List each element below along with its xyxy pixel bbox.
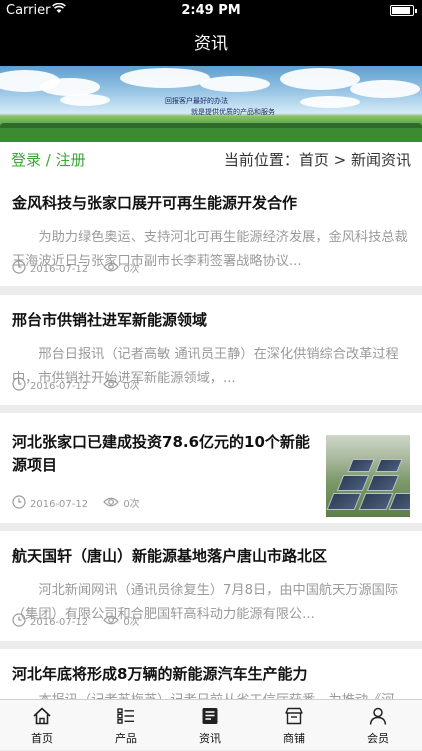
- banner-image: 回报客户最好的办法 就是提供优质的产品和服务: [0, 66, 422, 142]
- news-item[interactable]: 邢台市供销社进军新能源领域 邢台日报讯（记者高敏 通讯员王静）在深化供销综合改革…: [0, 295, 422, 405]
- eye-icon: [103, 614, 120, 632]
- location-bar: 登录 / 注册 当前位置：首页 > 新闻资讯: [0, 142, 422, 179]
- news-date: 2016-07-12: [30, 617, 89, 628]
- eye-icon: [103, 378, 120, 396]
- clock-icon: [12, 495, 26, 515]
- news-views: 0次: [123, 264, 140, 275]
- clock-icon: [12, 260, 26, 280]
- news-views: 0次: [123, 499, 140, 510]
- tab-label: 商铺: [283, 732, 305, 745]
- register-link[interactable]: 注册: [56, 151, 86, 169]
- news-date: 2016-07-12: [30, 264, 89, 275]
- nav-bar: 资讯: [0, 22, 422, 66]
- clock-icon: [12, 377, 26, 397]
- tab-home[interactable]: 首页: [0, 700, 84, 751]
- banner-slogan-line1: 回报客户最好的办法: [165, 97, 228, 105]
- tab-store[interactable]: 商铺: [252, 700, 336, 751]
- news-item[interactable]: 金风科技与张家口展开可再生能源开发合作 为助力绿色奥运、支持河北可再生能源经济发…: [0, 178, 422, 286]
- auth-separator: /: [41, 151, 56, 169]
- tab-member[interactable]: 会员: [336, 700, 420, 751]
- battery-icon: [390, 5, 417, 16]
- store-icon: [284, 706, 304, 726]
- eye-icon: [103, 496, 120, 514]
- tab-products[interactable]: 产品: [84, 700, 168, 751]
- list-icon: [116, 706, 136, 726]
- home-icon: [32, 706, 52, 726]
- page-title: 资讯: [194, 34, 228, 54]
- news-title[interactable]: 航天国轩（唐山）新能源基地落户唐山市路北区: [12, 545, 410, 568]
- tab-label: 产品: [115, 732, 137, 745]
- banner-slogan: 回报客户最好的办法 就是提供优质的产品和服务: [165, 96, 275, 118]
- tab-label: 会员: [367, 732, 389, 745]
- news-title[interactable]: 邢台市供销社进军新能源领域: [12, 309, 410, 332]
- news-date: 2016-07-12: [30, 381, 89, 392]
- auth-links: 登录 / 注册: [11, 142, 86, 178]
- clock-icon: [12, 613, 26, 633]
- news-icon: [200, 706, 220, 726]
- news-item[interactable]: 河北张家口已建成投资78.6亿元的10个新能源项目 2016-07-12 0次: [0, 413, 422, 523]
- banner-slogan-line2: 就是提供优质的产品和服务: [191, 108, 275, 116]
- tab-bar: 首页 产品 资讯 商铺 会员: [0, 699, 422, 750]
- eye-icon: [103, 261, 120, 279]
- status-bar: Carrier 2:49 PM: [0, 0, 422, 22]
- tab-news[interactable]: 资讯: [168, 700, 252, 751]
- news-item[interactable]: 航天国轩（唐山）新能源基地落户唐山市路北区 河北新闻网讯（通讯员徐复生）7月8日…: [0, 531, 422, 641]
- news-thumbnail[interactable]: [326, 435, 410, 517]
- news-meta: 2016-07-12 0次: [12, 377, 140, 397]
- news-date: 2016-07-12: [30, 499, 89, 510]
- news-meta: 2016-07-12 0次: [12, 613, 140, 633]
- breadcrumb: 当前位置：首页 > 新闻资讯: [223, 151, 411, 169]
- user-icon: [368, 706, 388, 726]
- news-views: 0次: [123, 381, 140, 392]
- news-meta: 2016-07-12 0次: [12, 495, 140, 515]
- news-title[interactable]: 河北张家口已建成投资78.6亿元的10个新能源项目: [12, 431, 312, 477]
- news-meta: 2016-07-12 0次: [12, 260, 140, 280]
- news-title[interactable]: 金风科技与张家口展开可再生能源开发合作: [12, 192, 410, 215]
- clock: 2:49 PM: [181, 3, 241, 18]
- tab-label: 资讯: [199, 732, 221, 745]
- news-views: 0次: [123, 617, 140, 628]
- login-link[interactable]: 登录: [11, 151, 41, 169]
- tab-label: 首页: [31, 732, 53, 745]
- news-title[interactable]: 河北年底将形成8万辆的新能源汽车生产能力: [12, 663, 410, 686]
